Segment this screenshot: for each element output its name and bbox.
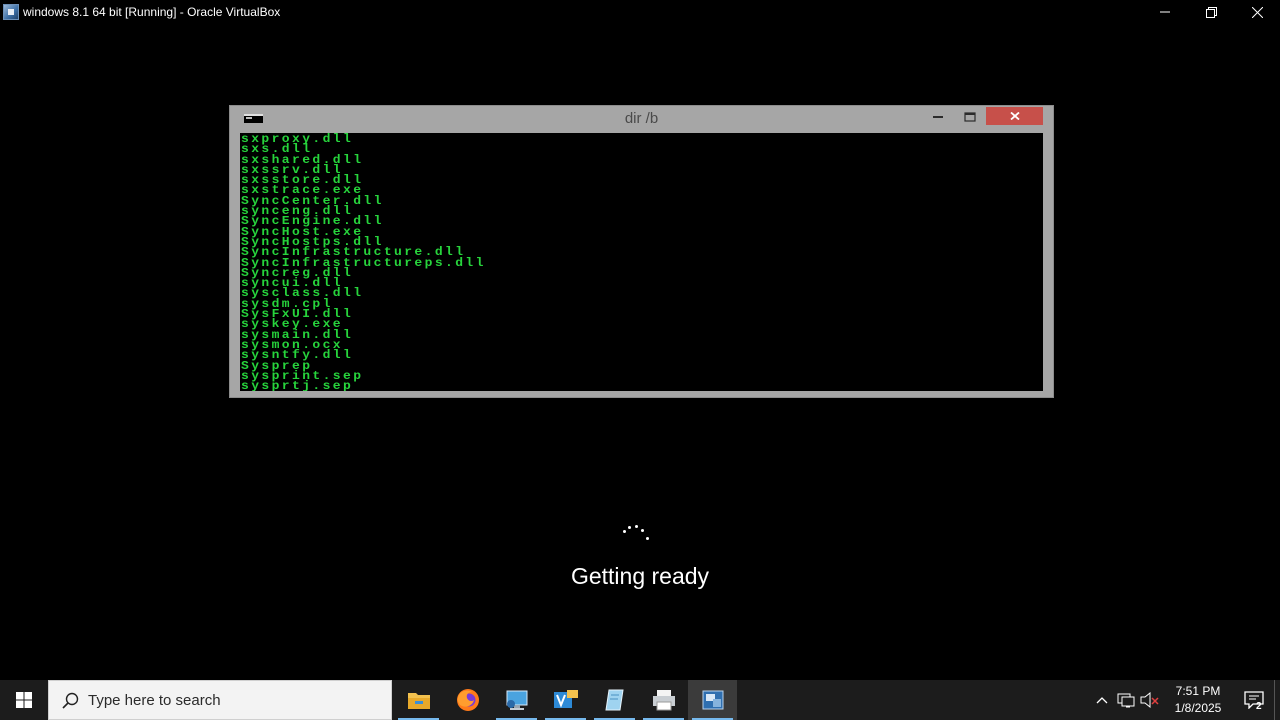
spinner-dot — [628, 526, 631, 529]
console-line: Syncreg.dll — [241, 265, 354, 280]
search-icon — [61, 691, 79, 709]
printer-app-icon — [652, 690, 675, 711]
search-placeholder: Type here to search — [88, 691, 221, 709]
taskbar-app-firefox[interactable] — [443, 680, 492, 720]
loading-spinner — [620, 522, 656, 546]
network-icon — [1117, 693, 1135, 708]
taskbar-app-visual-studio[interactable] — [541, 680, 590, 720]
console-line: sysprint.sep — [241, 368, 364, 383]
console-line: SysFxUI.dll — [241, 306, 354, 321]
network-button[interactable] — [1114, 680, 1138, 720]
host-window-controls — [1142, 0, 1280, 24]
taskbar-app-file-explorer[interactable] — [394, 680, 443, 720]
close-icon — [1009, 112, 1020, 120]
spinner-dot — [641, 529, 644, 532]
clock-date: 1/8/2025 — [1174, 701, 1222, 715]
status-text: Getting ready — [570, 563, 710, 589]
action-center-button[interactable]: 2 — [1234, 680, 1274, 720]
console-window[interactable]: dir /b sxproxy.dll sxs.dll sxshared.dll sxs… — [229, 105, 1054, 398]
show-desktop-button[interactable] — [1274, 680, 1280, 720]
taskbar-app-printer[interactable] — [639, 680, 688, 720]
virtualbox-taskbar-icon — [702, 690, 723, 710]
console-line: sysmain.dll — [241, 327, 354, 342]
taskbar-app-remote-desktop[interactable] — [492, 680, 541, 720]
file-explorer-icon — [407, 693, 430, 709]
pinned-apps — [394, 680, 737, 720]
host-window-title: windows 8.1 64 bit [Running] - Oracle Vi… — [23, 5, 281, 19]
console-line: syskey.exe — [241, 316, 344, 332]
start-button[interactable] — [0, 680, 48, 720]
console-line: SyncInfrastructureps.dll — [241, 254, 486, 270]
chevron-up-icon — [1096, 697, 1108, 704]
console-line: sxproxy.dll — [241, 133, 354, 146]
console-maximize-button[interactable] — [959, 108, 981, 126]
virtualbox-icon — [3, 4, 19, 20]
windows-logo-icon — [16, 692, 32, 708]
minimize-icon — [933, 116, 943, 118]
notepad-icon — [604, 689, 624, 711]
clock[interactable]: 7:51 PM 1/8/2025 — [1162, 680, 1234, 720]
console-line: sysprtj.sep — [241, 378, 354, 391]
taskbar-app-virtualbox[interactable] — [688, 680, 737, 720]
search-box[interactable]: Type here to search — [48, 680, 392, 720]
vm-screen[interactable]: dir /b sxproxy.dll sxs.dll sxshared.dll sxs… — [0, 24, 1280, 680]
close-icon — [1251, 6, 1263, 18]
console-close-button[interactable] — [986, 107, 1043, 125]
console-minimize-button[interactable] — [927, 108, 949, 126]
host-titlebar: windows 8.1 64 bit [Running] - Oracle Vi… — [0, 0, 1280, 24]
console-titlebar[interactable]: dir /b — [230, 106, 1053, 132]
volume-muted-icon — [1140, 692, 1159, 708]
volume-button[interactable] — [1138, 680, 1162, 720]
firefox-icon — [456, 689, 479, 711]
restore-button[interactable] — [1188, 0, 1234, 24]
notification-count: 2 — [1256, 701, 1262, 712]
console-line: sysmon.ocx — [241, 337, 344, 352]
close-button[interactable] — [1234, 0, 1280, 24]
spinner-dot — [635, 525, 638, 528]
console-line: sxshared.dll — [241, 152, 364, 167]
maximize-icon — [964, 112, 976, 122]
console-line: sysclass.dll — [241, 285, 364, 301]
minimize-icon — [1160, 11, 1170, 13]
spinner-dot — [623, 530, 626, 533]
console-output: sxproxy.dll sxs.dll sxshared.dll sxssrv.dll… — [240, 133, 1043, 391]
visual-studio-icon — [553, 690, 578, 708]
remote-desktop-icon — [506, 690, 527, 710]
system-tray: 7:51 PM 1/8/2025 2 — [1090, 680, 1280, 720]
taskbar: Type here to search 7:51 PM 1/8/2025 2 — [0, 680, 1280, 720]
minimize-button[interactable] — [1142, 0, 1188, 24]
show-hidden-icons-button[interactable] — [1090, 680, 1114, 720]
clock-time: 7:51 PM — [1175, 684, 1221, 698]
console-line: sysntfy.dll — [241, 347, 354, 362]
restore-icon — [1205, 6, 1217, 18]
spinner-dot — [646, 537, 649, 540]
console-lines: sxproxy.dll sxs.dll sxshared.dll sxssrv.dll… — [240, 133, 1043, 391]
console-line: SyncCenter.dll — [241, 193, 384, 208]
console-line: sysdm.cpl — [241, 296, 333, 311]
taskbar-app-notepad[interactable] — [590, 680, 639, 720]
